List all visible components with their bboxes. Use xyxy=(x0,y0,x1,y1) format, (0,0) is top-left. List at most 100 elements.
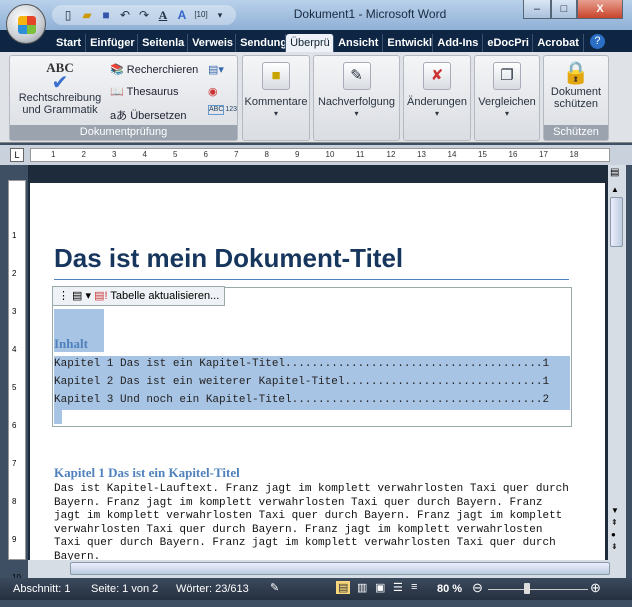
selection xyxy=(54,410,62,424)
research-label: Recherchieren xyxy=(126,64,199,76)
spelling-label: Rechtschreibung und Grammatik xyxy=(18,92,102,116)
ruler-tick-label: 10 xyxy=(325,150,335,159)
ruler-tick-label: 4 xyxy=(142,150,147,159)
translate-label: Übersetzen xyxy=(130,110,187,122)
track-changes-icon: ✎ xyxy=(342,62,371,90)
tab-verweise[interactable]: Verweis xyxy=(188,34,237,52)
tab-selector-icon[interactable]: L xyxy=(10,148,24,162)
customize-qat-icon[interactable]: ▾ xyxy=(212,7,228,23)
wordart-icon[interactable]: A xyxy=(174,7,190,23)
spelling-button[interactable]: ABC ✔ Rechtschreibung und Grammatik xyxy=(14,61,106,116)
document-page[interactable]: Das ist mein Dokument-Titel ⋮ ▤ ▾ ▤! Tab… xyxy=(30,183,605,560)
outline-icon[interactable]: ☰ xyxy=(393,581,403,594)
set-language-icon[interactable]: ◉ xyxy=(208,85,218,98)
tab-sendungen[interactable]: Sendung xyxy=(236,34,287,52)
office-button[interactable] xyxy=(6,4,46,44)
toc-entry[interactable]: Kapitel 1 Das ist ein Kapitel-Titel.....… xyxy=(54,356,570,374)
tracking-button[interactable]: ✎ Nachverfolgung ▾ xyxy=(314,62,399,120)
print-layout-icon[interactable]: ▤ xyxy=(336,581,351,594)
web-layout-icon[interactable]: ▣ xyxy=(375,581,385,594)
toc-heading: Inhalt xyxy=(54,336,104,352)
word-count-icon[interactable]: ABC 123 xyxy=(208,105,237,115)
thesaurus-button[interactable]: 📖 Thesaurus xyxy=(110,85,179,98)
thesaurus-icon: 📖 xyxy=(110,86,124,98)
vertical-scrollbar[interactable]: ▤ ▲ ▼ ⇞ ● ⇟ xyxy=(608,165,626,560)
browse-buttons[interactable]: ▼ ⇞ ● ⇟ xyxy=(611,505,619,553)
open-icon[interactable]: ▰ xyxy=(79,7,95,23)
compare-icon: ❐ xyxy=(493,62,521,90)
field-code-icon[interactable]: [10] xyxy=(193,7,209,23)
ruler-tick-label: 5 xyxy=(173,150,178,159)
protect-label: Dokument schützen xyxy=(550,86,602,110)
redo-icon[interactable]: ↷ xyxy=(136,7,152,23)
tab-ansicht[interactable]: Ansicht xyxy=(334,34,384,52)
toc-entry[interactable]: Kapitel 2 Das ist ein weiterer Kapitel-T… xyxy=(54,374,570,392)
hscroll-thumb[interactable] xyxy=(70,562,610,575)
undo-icon[interactable]: ↶ xyxy=(117,7,133,23)
toc-entry[interactable]: Kapitel 3 Und noch ein Kapitel-Titel....… xyxy=(54,392,570,410)
document-title: Das ist mein Dokument-Titel xyxy=(54,243,404,273)
tab-ueberpruefen[interactable]: Überprü xyxy=(286,34,335,52)
full-screen-reading-icon[interactable]: ▥ xyxy=(357,581,367,594)
group-nachverfolgung: ✎ Nachverfolgung ▾ xyxy=(313,55,400,141)
zoom-out-icon[interactable]: ⊖ xyxy=(472,580,483,596)
language-icon[interactable]: ▤▾ xyxy=(208,63,224,76)
chapter-heading: Kapitel 1 Das ist ein Kapitel-Titel xyxy=(54,465,240,480)
scroll-thumb[interactable] xyxy=(610,197,623,247)
ruler-tick-label: 3 xyxy=(12,307,17,316)
tab-acrobat[interactable]: Acrobat xyxy=(533,34,584,52)
comments-button[interactable]: ■ Kommentare ▾ xyxy=(243,62,309,120)
ruler-tick-label: 17 xyxy=(539,150,548,159)
tab-entwicklertools[interactable]: Entwickl xyxy=(383,34,434,52)
zoom-slider[interactable] xyxy=(488,589,588,590)
maximize-button[interactable]: □ xyxy=(551,0,577,19)
minimize-button[interactable]: – xyxy=(523,0,551,19)
proofing-status-icon[interactable]: ✎ xyxy=(270,581,279,594)
zoom-in-icon[interactable]: ⊕ xyxy=(590,580,601,596)
save-icon[interactable]: ■ xyxy=(98,7,114,23)
changes-button[interactable]: ✘ Änderungen ▾ xyxy=(404,62,470,120)
group-label: Dokumentprüfung xyxy=(10,125,237,140)
title-rule xyxy=(54,279,569,280)
compare-button[interactable]: ❐ Vergleichen ▾ xyxy=(475,62,539,120)
research-button[interactable]: 📚 Recherchieren xyxy=(110,63,198,76)
vertical-ruler[interactable]: 12345678910 xyxy=(8,180,26,582)
ruler-tick-label: 13 xyxy=(417,150,426,159)
horizontal-ruler[interactable]: L 1 2 3 4 5 6 7 8 9 10 11 12 13 14 15 16 17 18 xyxy=(0,145,632,165)
status-words[interactable]: Wörter: 23/613 xyxy=(176,583,249,595)
help-icon[interactable]: ? xyxy=(589,34,605,49)
font-icon[interactable]: A xyxy=(155,7,171,23)
status-page[interactable]: Seite: 1 von 2 xyxy=(91,583,158,595)
zoom-slider-thumb[interactable] xyxy=(523,583,530,594)
protect-document-button[interactable]: 🔒 Dokument schützen xyxy=(544,60,608,110)
ruler-tick-label: 8 xyxy=(264,150,269,159)
ribbon-tabs: Start Einfüger Seitenla Verweis Sendung … xyxy=(0,30,632,52)
tab-start[interactable]: Start xyxy=(52,34,87,52)
horizontal-scrollbar[interactable] xyxy=(28,560,626,578)
comment-icon: ■ xyxy=(262,62,290,90)
ruler-tick-label: 16 xyxy=(508,150,518,159)
tab-edocprinter[interactable]: eDocPri xyxy=(483,34,534,52)
group-kommentare: ■ Kommentare ▾ xyxy=(242,55,310,141)
comments-label: Kommentare xyxy=(244,96,308,108)
scroll-up-icon[interactable]: ▲ xyxy=(611,185,619,194)
tab-einfuegen[interactable]: Einfüger xyxy=(86,34,139,52)
quick-access-toolbar: ▯ ▰ ■ ↶ ↷ A A [10] ▾ xyxy=(52,5,236,25)
new-icon[interactable]: ▯ xyxy=(60,7,76,23)
tab-seitenlayout[interactable]: Seitenla xyxy=(138,34,189,52)
ruler-tick-label: 2 xyxy=(81,150,86,159)
group-aenderungen: ✘ Änderungen ▾ xyxy=(403,55,471,141)
ruler-tick-label: 2 xyxy=(12,269,17,278)
ruler-scale: 1 2 3 4 5 6 7 8 9 10 11 12 13 14 15 16 17 18 xyxy=(30,148,610,162)
toc-menu-icon[interactable]: ⋮ ▤ ▾ xyxy=(58,290,91,302)
status-section[interactable]: Abschnitt: 1 xyxy=(13,583,70,595)
ruler-tick-label: 9 xyxy=(12,535,17,544)
update-table-button[interactable]: Tabelle aktualisieren... xyxy=(110,290,219,302)
zoom-level[interactable]: 80 % xyxy=(437,583,462,595)
tab-add-ins[interactable]: Add-Ins xyxy=(433,34,484,52)
ruler-toggle-icon[interactable]: ▤ xyxy=(610,167,619,178)
close-button[interactable]: X xyxy=(577,0,623,19)
draft-icon[interactable]: ≡ xyxy=(411,581,417,593)
translate-button[interactable]: aあ Übersetzen xyxy=(110,107,186,123)
ruler-tick-label: 4 xyxy=(12,345,17,354)
